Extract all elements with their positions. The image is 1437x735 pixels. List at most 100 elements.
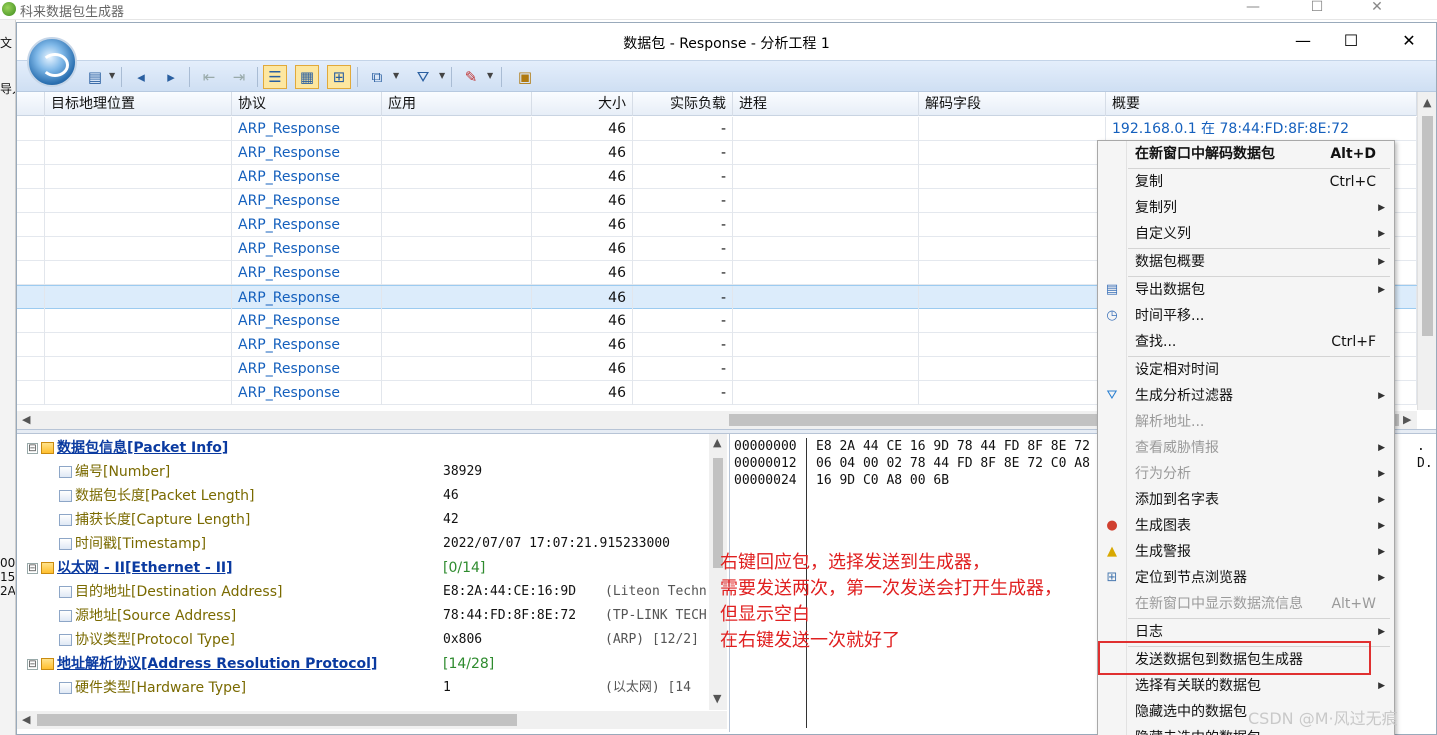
name-resolve-icon[interactable]: ✎ (459, 65, 483, 89)
column-header-summary[interactable]: 概要 (1106, 92, 1417, 116)
decode-tree-field[interactable]: 数据包长度[Packet Length] 46 (17, 484, 707, 508)
decode-tree-field[interactable]: 硬件类型[Hardware Type] 1 (以太网) [14 (17, 676, 707, 700)
menu-item[interactable]: ⊞ 定位到节点浏览器 ▶ (1098, 565, 1394, 591)
decode-tree-section[interactable]: ⊟ 数据包信息[Packet Info] (17, 436, 707, 460)
filter-icon[interactable]: ⛛ (411, 65, 435, 89)
menu-item[interactable]: 添加到名字表 ▶ (1098, 487, 1394, 513)
column-header-geo[interactable]: 目标地理位置 (45, 92, 232, 116)
toolbar-separator (189, 67, 190, 87)
layout-icon[interactable]: ⧉ (365, 65, 389, 89)
scroll-left-icon[interactable]: ◀ (22, 413, 30, 426)
menu-item[interactable]: 复制 Ctrl+C (1098, 169, 1394, 195)
column-header-protocol[interactable]: 协议 (232, 92, 382, 116)
protocol-cell: ARP_Response (232, 286, 382, 310)
chevron-down-icon[interactable]: ▼ (439, 71, 445, 80)
menu-item[interactable]: 复制列 ▶ (1098, 195, 1394, 221)
minimize-button[interactable]: — (1283, 27, 1323, 55)
menu-item[interactable]: 在新窗口中解码数据包 Alt+D (1098, 141, 1394, 167)
scrollbar-thumb[interactable] (37, 714, 517, 726)
column-header-process[interactable]: 进程 (733, 92, 919, 116)
menu-item-label: 时间平移... (1135, 308, 1205, 324)
decode-tree-section[interactable]: ⊟ 地址解析协议[Address Resolution Protocol] [14/… (17, 652, 707, 676)
scroll-up-icon[interactable]: ▲ (1423, 96, 1431, 109)
field-value: 1 (443, 680, 451, 695)
application-cell (382, 309, 532, 333)
decode-tree-field[interactable]: 捕获长度[Capture Length] 42 (17, 508, 707, 532)
menu-item[interactable]: ▤ 导出数据包 ▶ (1098, 277, 1394, 303)
field-name: 目的地址[Destination Address] (75, 584, 283, 600)
scroll-up-icon[interactable]: ▲ (713, 436, 721, 449)
hex-fragment: 00 (0, 556, 16, 570)
protocol-node-icon (41, 442, 54, 454)
chevron-down-icon[interactable]: ▼ (393, 71, 399, 80)
last-packet-icon[interactable]: ⇥ (227, 65, 251, 89)
scroll-left-icon[interactable]: ◀ (22, 713, 30, 726)
import-label[interactable]: 导入 (0, 80, 15, 97)
decode-tree-field[interactable]: 时间戳[Timestamp] 2022/07/07 17:07:21.915233… (17, 532, 707, 556)
menu-item[interactable]: 在新窗口中显示数据流信息 Alt+W (1098, 591, 1394, 617)
field-node-icon (59, 538, 72, 550)
decode-tree-field[interactable]: 目的地址[Destination Address] E8:2A:44:CE:16:… (17, 580, 707, 604)
menu-item[interactable]: 查找... Ctrl+F (1098, 329, 1394, 355)
menu-item[interactable]: 自定义列 ▶ (1098, 221, 1394, 247)
decode-tree-field[interactable]: 源地址[Source Address] 78:44:FD:8F:8E:72 (TP-… (17, 604, 707, 628)
decode-tree-field[interactable]: 编号[Number] 38929 (17, 460, 707, 484)
menu-item[interactable]: 选择有关联的数据包 ▶ (1098, 673, 1394, 699)
maximize-button[interactable]: ☐ (1331, 27, 1371, 55)
menu-label[interactable]: 文 (0, 34, 12, 51)
collapse-icon[interactable]: ⊟ (27, 443, 38, 454)
application-cell (382, 165, 532, 189)
menu-item[interactable]: ▲ 生成警报 ▶ (1098, 539, 1394, 565)
menu-item[interactable]: 解析地址... (1098, 409, 1394, 435)
toolbar-separator (357, 67, 358, 87)
column-header-size[interactable]: 大小 (532, 92, 633, 116)
payload-cell: - (633, 261, 733, 285)
decode-view-icon[interactable]: ▦ (295, 65, 319, 89)
close-icon[interactable]: ✕ (1362, 0, 1392, 15)
menu-item[interactable]: 数据包概要 ▶ (1098, 249, 1394, 275)
background-window-title: 科来数据包生成器 (20, 5, 125, 20)
scroll-right-icon[interactable]: ▶ (1403, 413, 1411, 426)
column-header-decode-field[interactable]: 解码字段 (919, 92, 1106, 116)
collapse-icon[interactable]: ⊟ (27, 563, 38, 574)
chevron-down-icon[interactable]: ▼ (109, 71, 115, 80)
scroll-down-icon[interactable]: ▼ (713, 692, 721, 705)
menu-item[interactable]: 行为分析 ▶ (1098, 461, 1394, 487)
packet-list-view-icon[interactable]: ☰ (263, 65, 287, 89)
column-header-index[interactable] (17, 92, 45, 116)
scrollbar-thumb[interactable] (1422, 116, 1433, 336)
lock-icon[interactable]: ▣ (513, 65, 537, 89)
maximize-icon[interactable]: ☐ (1302, 0, 1332, 15)
chart-icon: ● (1106, 518, 1118, 533)
application-menu-orb-icon[interactable] (27, 37, 77, 87)
minimize-icon[interactable]: — (1238, 0, 1268, 15)
column-header-payload[interactable]: 实际负载 (633, 92, 733, 116)
arrow-left-icon[interactable]: ◂ (129, 65, 153, 89)
menu-item[interactable]: ◷ 时间平移... (1098, 303, 1394, 329)
close-button[interactable]: ✕ (1389, 27, 1429, 55)
column-header-application[interactable]: 应用 (382, 92, 532, 116)
table-row[interactable]: ARP_Response 46- 192.168.0.1 在 78:44:FD:8F… (17, 117, 1417, 141)
menu-item[interactable]: 设定相对时间 (1098, 357, 1394, 383)
geo-cell (45, 357, 232, 381)
arrow-right-icon[interactable]: ▸ (159, 65, 183, 89)
decode-tree-section[interactable]: ⊟ 以太网 - II[Ethernet - II] [0/14] (17, 556, 707, 580)
hex-fragment: 15 (0, 570, 16, 584)
save-icon[interactable]: ▤ (83, 65, 107, 89)
chevron-down-icon[interactable]: ▼ (487, 71, 493, 80)
hex-view-icon[interactable]: ⊞ (327, 65, 351, 89)
hex-offset: 00000012 (734, 456, 797, 471)
protocol-node-icon (41, 658, 54, 670)
decode-tree-horizontal-scrollbar[interactable]: ◀ (17, 711, 727, 729)
menu-item[interactable]: ⛛ 生成分析过滤器 ▶ (1098, 383, 1394, 409)
collapse-icon[interactable]: ⊟ (27, 659, 38, 670)
decode-field-cell (919, 189, 1106, 213)
packet-list-vertical-scrollbar[interactable]: ▲ (1417, 92, 1436, 410)
first-packet-icon[interactable]: ⇤ (197, 65, 221, 89)
menu-item-label: 生成分析过滤器 (1135, 388, 1233, 404)
menu-item[interactable]: 查看威胁情报 ▶ (1098, 435, 1394, 461)
hex-offset: 00000000 (734, 439, 797, 454)
menu-item[interactable]: ● 生成图表 ▶ (1098, 513, 1394, 539)
geo-cell (45, 333, 232, 357)
decode-tree-field[interactable]: 协议类型[Protocol Type] 0x806 (ARP) [12/2] (17, 628, 707, 652)
